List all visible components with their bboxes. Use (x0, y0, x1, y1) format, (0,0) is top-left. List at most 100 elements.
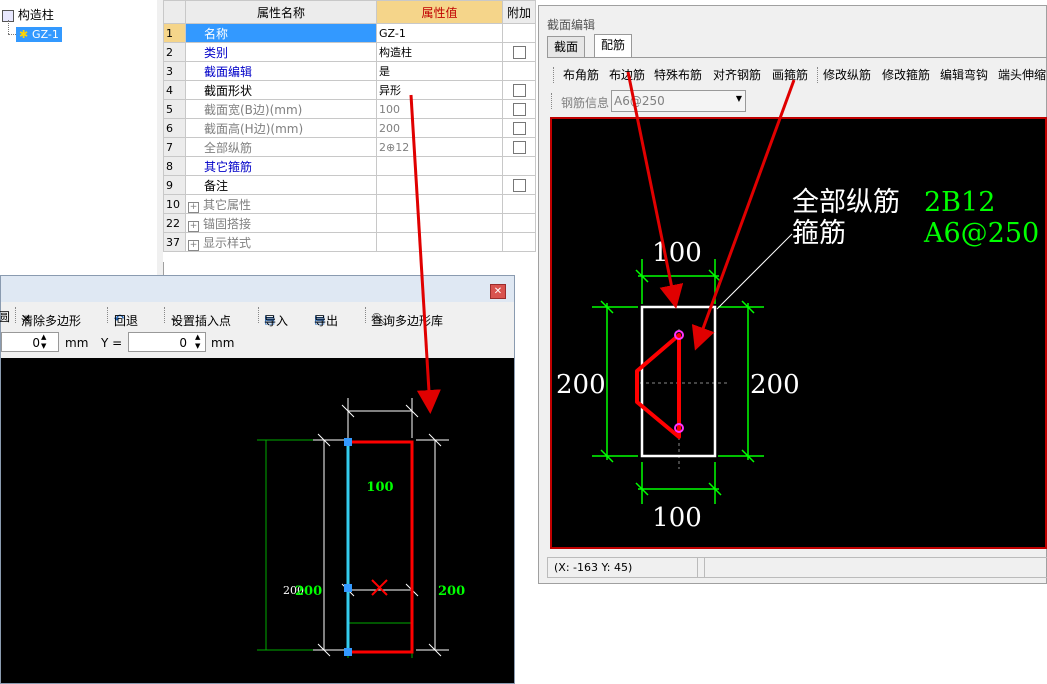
property-extra[interactable] (502, 42, 536, 62)
property-name-text: 全部纵筋 (204, 140, 253, 155)
property-value[interactable]: 是 (376, 61, 503, 81)
tab-rebar[interactable]: 配筋 (594, 34, 633, 58)
y-spin-arrows[interactable]: ▲ ▼ (195, 333, 200, 351)
x-spin-arrows[interactable]: ▲ ▼ (41, 333, 46, 351)
property-row[interactable]: 2 类别 构造柱 (163, 42, 536, 62)
property-value[interactable] (376, 194, 503, 214)
row-number: 37 (163, 232, 186, 252)
property-row[interactable]: 4 截面形状 异形 (163, 80, 536, 100)
x-input[interactable]: 0 (1, 332, 59, 352)
property-row[interactable]: 37 + 显示样式 (163, 232, 536, 252)
property-row[interactable]: 3 截面编辑 是 (163, 61, 536, 81)
tree-item-gz1[interactable]: ✱ GZ-1 (16, 27, 62, 42)
rebar-tool-8[interactable]: 端头伸缩 (998, 66, 1046, 83)
row-number: 4 (163, 80, 186, 100)
col-header-name: 属性名称 (185, 0, 377, 24)
col-header-extra: 附加 (502, 0, 536, 24)
property-name-text: 截面编辑 (204, 64, 253, 79)
rebar-tool-0[interactable]: 布角筋 (563, 66, 599, 83)
property-value[interactable] (376, 156, 503, 176)
property-value[interactable]: 100 (376, 99, 503, 119)
property-name-text: 其它箍筋 (204, 159, 253, 174)
poly-dim-top: 100 (366, 480, 393, 495)
property-value[interactable]: 异形 (376, 80, 503, 100)
property-extra (502, 232, 536, 252)
property-value[interactable] (376, 175, 503, 195)
property-extra[interactable] (502, 99, 536, 119)
row-number: 7 (163, 137, 186, 157)
extra-checkbox[interactable] (512, 84, 526, 97)
rebar-tool-6[interactable]: 修改箍筋 (882, 66, 930, 83)
rebar-tool-7[interactable]: 编辑弯钩 (940, 66, 988, 83)
property-grid: 属性名称 属性值 附加 1 名称 GZ-1 2 类别 构造柱 3 截面编辑 是 4 截面形状 异形 5 截… (163, 0, 536, 262)
property-name: 截面编辑 (185, 61, 377, 81)
rebar-info-select[interactable]: A6@250 ▼ (611, 90, 746, 112)
property-value[interactable]: 构造柱 (376, 42, 503, 62)
component-tree: 构造柱 ✱ GZ-1 (0, 0, 158, 275)
section-drawing-canvas[interactable]: 100 100 200 200 全部纵筋 箍筋 2B12 A6@250 (550, 117, 1047, 549)
property-name: + 显示样式 (185, 232, 377, 252)
property-extra[interactable] (502, 118, 536, 138)
query-polygon-library-label: 查询多边形库 (371, 314, 444, 328)
close-button[interactable]: ✕ (490, 284, 506, 299)
expand-icon[interactable]: + (188, 220, 199, 232)
property-value[interactable]: 200 (376, 118, 503, 138)
extra-checkbox[interactable] (512, 122, 526, 135)
extra-checkbox[interactable] (512, 141, 526, 154)
extra-checkbox[interactable] (512, 103, 526, 116)
property-name: 其它箍筋 (185, 156, 377, 176)
property-row[interactable]: 9 备注 (163, 175, 536, 195)
property-extra[interactable] (502, 137, 536, 157)
property-name-text: 类别 (204, 45, 229, 60)
extra-checkbox[interactable] (512, 179, 526, 192)
row-number: 2 (163, 42, 186, 62)
row-number: 1 (163, 23, 186, 43)
row-number: 6 (163, 118, 186, 138)
row-number: 3 (163, 61, 186, 81)
col-header-value: 属性值 (376, 0, 503, 24)
rebar-info-label: 钢筋信息 (561, 96, 610, 110)
property-row[interactable]: 10 + 其它属性 (163, 194, 536, 214)
property-value[interactable]: GZ-1 (376, 23, 503, 43)
polygon-editor-titlebar[interactable] (1, 276, 514, 302)
polygon-editor-window: ✕ 圆 ✕ 清除多边形 ↶ 回退 ⌖ 设置插入点 ▤ 导入 ▤ 导出 🔍︎ 查询… (0, 275, 515, 684)
sec-dim-top: 100 (652, 238, 702, 268)
property-name: 截面形状 (185, 80, 377, 100)
property-row[interactable]: 22 + 锚固搭接 (163, 213, 536, 233)
property-extra[interactable] (502, 80, 536, 100)
label-all-long-rebar: 全部纵筋 (792, 187, 900, 218)
extra-checkbox[interactable] (512, 46, 526, 59)
expand-icon[interactable]: + (188, 201, 199, 213)
property-row[interactable]: 1 名称 GZ-1 (163, 23, 536, 43)
expand-icon[interactable]: + (188, 239, 199, 251)
col-corner (163, 0, 186, 24)
property-row[interactable]: 7 全部纵筋 2⊕12 (163, 137, 536, 157)
coordinate-bar: 0 ▲ ▼ mm Y = 0 ▲ ▼ mm (1, 330, 514, 356)
sec-dim-left: 200 (556, 370, 606, 400)
polygon-drawing-canvas[interactable]: 100 100 100 200 200 200 (1, 358, 514, 683)
polygon-toolbar: 圆 ✕ 清除多边形 ↶ 回退 ⌖ 设置插入点 ▤ 导入 ▤ 导出 🔍︎ 查询多边… (0, 304, 514, 328)
rebar-info-value: A6@250 (614, 94, 665, 108)
property-name-text: 其它属性 (203, 197, 252, 212)
value-stirrup: A6@250 (923, 218, 1039, 249)
poly-dim-right: 200 (438, 584, 465, 599)
rebar-tool-3[interactable]: 对齐钢筋 (713, 66, 761, 83)
rebar-tool-5[interactable]: 修改纵筋 (823, 66, 871, 83)
property-extra (502, 213, 536, 233)
property-value[interactable]: 2⊕12 (376, 137, 503, 157)
rebar-tool-4[interactable]: 画箍筋 (772, 66, 808, 83)
property-name: 名称 (185, 23, 377, 43)
property-row[interactable]: 8 其它箍筋 (163, 156, 536, 176)
rebar-tool-2[interactable]: 特殊布筋 (654, 66, 702, 83)
property-row[interactable]: 5 截面宽(B边)(mm) 100 (163, 99, 536, 119)
draw-arc-button[interactable]: 圆 (0, 308, 10, 325)
rebar-tool-1[interactable]: 布边筋 (609, 66, 645, 83)
property-value[interactable] (376, 213, 503, 233)
property-extra[interactable] (502, 175, 536, 195)
section-editor-window: 截面编辑 截面 配筋 布角筋 布边筋 特殊布筋 对齐钢筋 画箍筋 修改纵筋 修改箍筋 编辑弯钩… (538, 5, 1047, 584)
property-value[interactable] (376, 232, 503, 252)
chevron-down-icon: ▼ (735, 94, 742, 103)
property-row[interactable]: 6 截面高(H边)(mm) 200 (163, 118, 536, 138)
tab-section[interactable]: 截面 (547, 36, 586, 58)
x-unit: mm (65, 336, 89, 350)
